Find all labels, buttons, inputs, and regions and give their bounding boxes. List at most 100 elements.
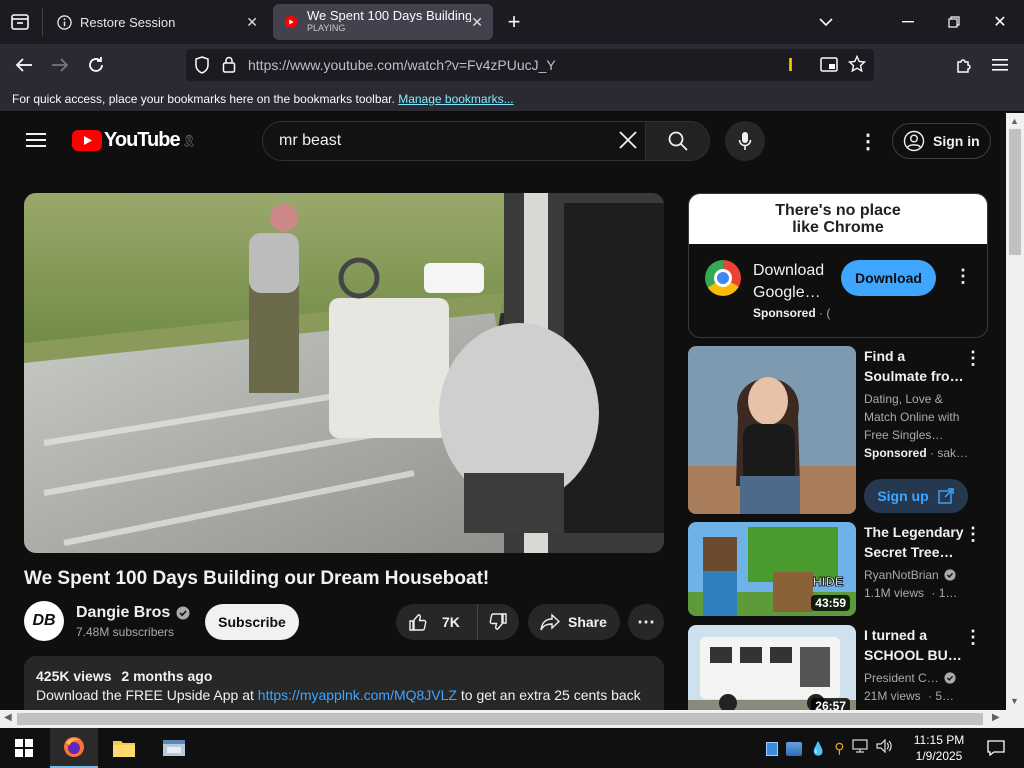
close-window-icon[interactable]: ✕ bbox=[984, 6, 1016, 38]
notification-center-icon[interactable] bbox=[976, 728, 1016, 768]
tray-volume-icon[interactable] bbox=[876, 738, 894, 758]
channel-name[interactable]: RyanNotBrian bbox=[864, 566, 939, 584]
tab-youtube-video[interactable]: We Spent 100 Days Building ou PLAYING ✕ bbox=[273, 4, 493, 40]
search-input[interactable]: mr beast bbox=[262, 121, 646, 161]
app-window-icon[interactable] bbox=[150, 728, 198, 768]
dislike-button[interactable] bbox=[478, 604, 518, 640]
more-kebab-icon[interactable]: ⋮ bbox=[964, 524, 982, 545]
bookmark-star-icon[interactable] bbox=[847, 54, 867, 78]
restore-window-icon[interactable] bbox=[938, 6, 970, 38]
more-kebab-icon[interactable]: ⋮ bbox=[964, 348, 982, 369]
tray-drop-icon[interactable]: 💧 bbox=[810, 741, 826, 757]
text-cursor-icon: I bbox=[788, 55, 794, 75]
tab-restore-session[interactable]: Restore Session ✕ bbox=[46, 4, 268, 40]
video-thumbnail[interactable]: HIDE 43:59 bbox=[688, 522, 856, 616]
ad-banner[interactable]: There's no place like Chrome bbox=[689, 194, 987, 244]
guide-menu-icon[interactable] bbox=[26, 132, 46, 153]
more-actions-button[interactable]: ⋯ bbox=[628, 604, 664, 640]
recommended-info: I turned a SCHOOL BUS… President C… 21M … bbox=[864, 625, 968, 705]
like-button[interactable]: 7K bbox=[396, 604, 478, 640]
sign-in-button[interactable]: Sign in bbox=[892, 123, 991, 159]
ad-banner-line: There's no place bbox=[775, 202, 901, 219]
sign-up-button[interactable]: Sign up bbox=[864, 479, 968, 513]
channel-avatar-text: DB bbox=[32, 612, 56, 629]
close-tab-icon[interactable]: ✕ bbox=[471, 14, 483, 31]
horizontal-scroll-thumb[interactable] bbox=[17, 713, 983, 725]
tray-key-icon[interactable]: ⚲ bbox=[834, 740, 844, 757]
sponsored-ad-card[interactable]: There's no place like Chrome Download Go… bbox=[688, 193, 988, 338]
vertical-scroll-thumb[interactable] bbox=[1009, 129, 1021, 255]
video-thumbnail[interactable]: 26:57 bbox=[688, 625, 856, 710]
clear-search-icon[interactable] bbox=[617, 129, 639, 156]
recommended-desc: Match Online with bbox=[864, 410, 960, 424]
description-link[interactable]: https://myapplnk.com/MQ8JVLZ bbox=[258, 687, 457, 703]
windows-taskbar: 💧 ⚲ 11:15 PM 1/9/2025 bbox=[0, 728, 1024, 768]
horizontal-scrollbar[interactable]: ◀ ▶ bbox=[0, 710, 1024, 728]
recommended-desc: Dating, Love & bbox=[864, 392, 943, 406]
recommended-item[interactable]: Find a Soulmate fro… Dating, Love & Matc… bbox=[688, 346, 988, 516]
channel-name[interactable]: Dangie Bros bbox=[76, 604, 170, 622]
close-tab-icon[interactable]: ✕ bbox=[246, 14, 258, 31]
forward-arrow-icon[interactable] bbox=[44, 49, 76, 81]
view-count: 425K views bbox=[36, 668, 112, 684]
scroll-right-arrow-icon[interactable]: ▶ bbox=[992, 712, 1000, 723]
picture-in-picture-icon[interactable] bbox=[820, 57, 838, 77]
minimize-window-icon[interactable] bbox=[892, 6, 924, 38]
file-explorer-icon[interactable] bbox=[100, 728, 148, 768]
channel-name[interactable]: President C… bbox=[864, 669, 939, 687]
vertical-scrollbar[interactable]: ▲ ▼ bbox=[1006, 113, 1024, 710]
recommended-item[interactable]: HIDE 43:59 The Legendary Secret Tree… Ry… bbox=[688, 522, 988, 618]
url-text[interactable]: https://www.youtube.com/watch?v=Fv4zPUuc… bbox=[248, 57, 556, 73]
download-button[interactable]: Download bbox=[841, 260, 936, 296]
taskbar-clock[interactable]: 11:15 PM 1/9/2025 bbox=[906, 732, 972, 764]
firefox-taskbar-icon[interactable] bbox=[50, 728, 98, 768]
sign-up-label: Sign up bbox=[877, 488, 929, 504]
video-thumbnail[interactable] bbox=[688, 346, 856, 514]
external-link-icon bbox=[937, 488, 954, 504]
manage-bookmarks-link[interactable]: Manage bookmarks... bbox=[398, 92, 513, 106]
thumbs-down-icon bbox=[489, 613, 507, 630]
description-text: Download the FREE Upside App at bbox=[36, 687, 254, 703]
tray-app-icon[interactable] bbox=[766, 741, 778, 756]
video-title: We Spent 100 Days Building our Dream Hou… bbox=[24, 568, 490, 589]
youtube-page: YouTube 🎗 mr beast ⋮ Sign in We Spent 10… bbox=[0, 113, 1006, 710]
channel-avatar[interactable]: DB bbox=[24, 601, 64, 641]
subscribe-button[interactable]: Subscribe bbox=[205, 604, 299, 640]
youtube-logo[interactable]: YouTube 🎗 bbox=[72, 129, 197, 152]
search-icon bbox=[668, 131, 688, 151]
hamburger-menu-icon[interactable] bbox=[984, 49, 1016, 81]
lock-icon[interactable] bbox=[222, 56, 236, 78]
extensions-puzzle-icon[interactable] bbox=[948, 49, 980, 81]
search-button[interactable] bbox=[646, 121, 710, 161]
video-player[interactable] bbox=[24, 193, 664, 553]
more-options-kebab-icon[interactable]: ⋮ bbox=[858, 129, 878, 154]
recommended-desc: Free Singles… bbox=[864, 428, 944, 442]
scroll-up-arrow-icon[interactable]: ▲ bbox=[1010, 116, 1019, 126]
video-description[interactable]: 425K views 2 months ago Download the FRE… bbox=[24, 656, 664, 710]
tab-overview-icon[interactable] bbox=[4, 6, 36, 38]
url-bar[interactable]: https://www.youtube.com/watch?v=Fv4zPUuc… bbox=[186, 49, 874, 81]
ad-more-kebab-icon[interactable]: ⋮ bbox=[954, 266, 972, 287]
info-icon bbox=[56, 14, 72, 30]
scroll-left-arrow-icon[interactable]: ◀ bbox=[4, 712, 12, 723]
description-text: to get an extra 25 cents back bbox=[460, 687, 641, 703]
recommended-title: Soulmate fro… bbox=[864, 368, 964, 384]
sponsored-extra: · ( bbox=[819, 306, 831, 320]
youtube-play-logo-icon bbox=[72, 130, 102, 151]
reload-icon[interactable] bbox=[80, 49, 112, 81]
tab-title: We Spent 100 Days Building ou bbox=[307, 9, 471, 22]
voice-search-button[interactable] bbox=[725, 121, 765, 161]
recommended-item[interactable]: 26:57 I turned a SCHOOL BUS… President C… bbox=[688, 625, 988, 710]
tray-network-people-icon[interactable] bbox=[786, 741, 802, 756]
share-button[interactable]: Share bbox=[528, 604, 620, 640]
more-kebab-icon[interactable]: ⋮ bbox=[964, 627, 982, 648]
windows-start-icon[interactable] bbox=[0, 728, 48, 768]
ad-title: Download Google… bbox=[753, 262, 825, 301]
list-tabs-chevron-icon[interactable] bbox=[810, 6, 842, 38]
scroll-down-arrow-icon[interactable]: ▼ bbox=[1010, 696, 1019, 706]
shield-icon[interactable] bbox=[194, 56, 210, 79]
recommended-info: The Legendary Secret Tree… RyanNotBrian … bbox=[864, 522, 968, 602]
new-tab-icon[interactable]: + bbox=[498, 6, 530, 38]
back-arrow-icon[interactable] bbox=[8, 49, 40, 81]
tray-network-icon[interactable] bbox=[852, 739, 869, 758]
